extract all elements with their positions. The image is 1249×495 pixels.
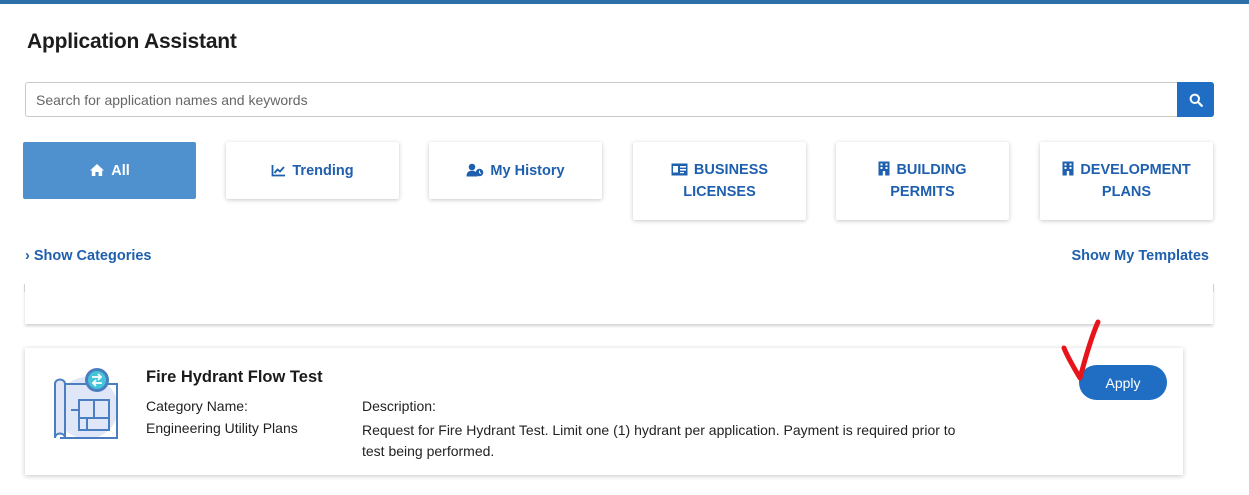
tab-building-permits[interactable]: BUILDING PERMITS bbox=[836, 142, 1009, 220]
search-icon bbox=[1189, 93, 1203, 107]
apply-button[interactable]: Apply bbox=[1079, 365, 1167, 400]
tab-all[interactable]: All bbox=[23, 142, 196, 199]
empty-category-panel bbox=[24, 284, 1214, 324]
page-title: Application Assistant bbox=[27, 30, 237, 53]
building-icon bbox=[878, 161, 890, 176]
tab-my-history[interactable]: My History bbox=[429, 142, 602, 199]
tab-trending-label: Trending bbox=[292, 162, 354, 179]
description-label: Description: bbox=[362, 398, 436, 414]
tab-development-plans[interactable]: DEVELOPMENT PLANS bbox=[1040, 142, 1213, 220]
tab-business-licenses[interactable]: BUSINESS LICENSES bbox=[633, 142, 806, 220]
trending-chart-icon bbox=[271, 164, 286, 176]
panel-divider bbox=[1213, 284, 1214, 292]
tab-development-label-2: PLANS bbox=[1101, 184, 1152, 200]
show-categories-link[interactable]: › Show Categories bbox=[25, 248, 152, 264]
description-value: Request for Fire Hydrant Test. Limit one… bbox=[362, 422, 956, 459]
tab-all-label: All bbox=[111, 162, 130, 179]
building-icon bbox=[1062, 161, 1074, 176]
top-border bbox=[0, 0, 1249, 4]
utility-plan-icon bbox=[54, 368, 118, 439]
tab-building-label-1: BUILDING bbox=[896, 162, 967, 178]
tab-business-label-2: LICENSES bbox=[683, 184, 756, 200]
tab-my-history-label: My History bbox=[490, 162, 565, 179]
show-templates-link[interactable]: Show My Templates bbox=[1071, 248, 1209, 264]
user-history-icon bbox=[466, 163, 484, 176]
search-input[interactable] bbox=[26, 83, 1178, 116]
result-card: Fire Hydrant Flow Test Category Name: En… bbox=[25, 348, 1183, 475]
tab-building-label-2: PERMITS bbox=[890, 184, 955, 200]
search-button[interactable] bbox=[1177, 82, 1214, 117]
id-card-icon bbox=[671, 163, 688, 176]
home-icon bbox=[90, 163, 105, 176]
category-label: Category Name: bbox=[146, 398, 248, 414]
category-value: Engineering Utility Plans bbox=[146, 420, 298, 436]
tab-trending[interactable]: Trending bbox=[226, 142, 399, 199]
tab-business-label-1: BUSINESS bbox=[693, 162, 769, 178]
result-title[interactable]: Fire Hydrant Flow Test bbox=[146, 368, 323, 387]
search-bar bbox=[25, 82, 1214, 117]
tab-development-label-1: DEVELOPMENT bbox=[1080, 162, 1191, 178]
panel-divider bbox=[24, 284, 25, 292]
